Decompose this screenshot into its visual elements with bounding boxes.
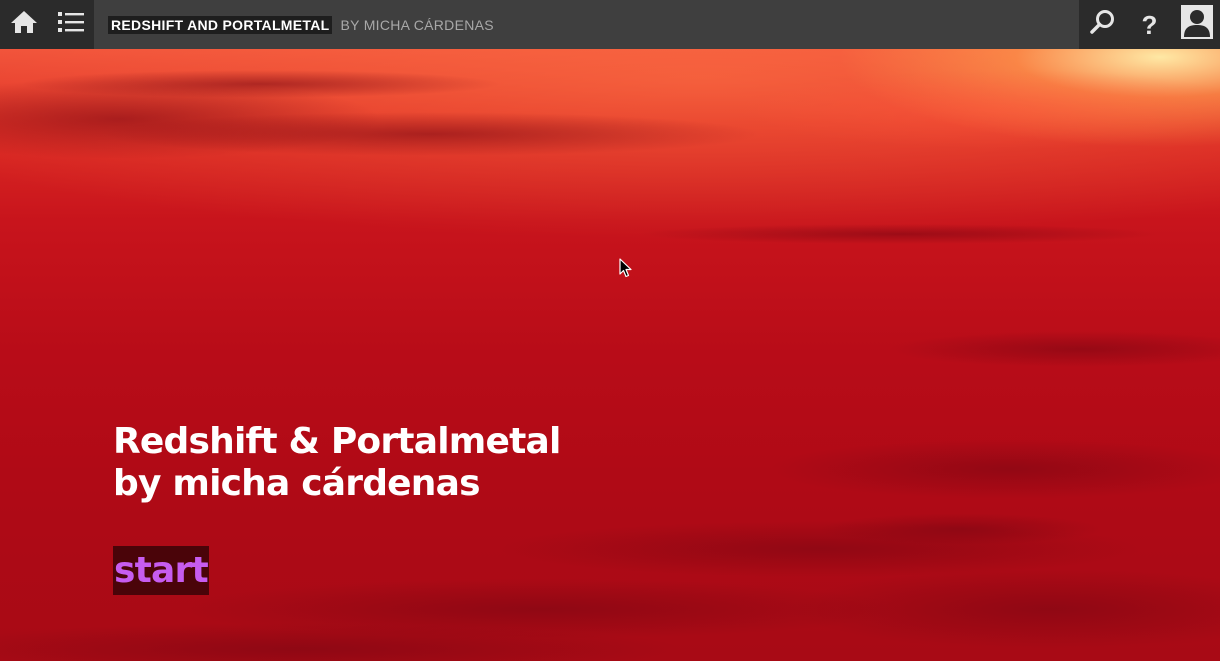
help-button[interactable]: ?: [1126, 0, 1173, 49]
start-button[interactable]: start: [113, 546, 209, 595]
book-author: BY MICHA CÁRDENAS: [340, 16, 494, 33]
hero-background: Redshift & Portalmetal by micha cárdenas…: [0, 49, 1220, 661]
toolbar-right: ?: [1079, 0, 1220, 49]
home-button[interactable]: [0, 0, 47, 49]
book-title-area: REDSHIFT AND PORTALMETAL BY MICHA CÁRDEN…: [94, 0, 1079, 49]
hero-title-line: Redshift & Portalmetal: [113, 421, 561, 462]
search-button[interactable]: [1079, 0, 1126, 49]
help-icon: ?: [1141, 9, 1158, 40]
mouse-pointer-icon: [619, 258, 632, 283]
hero-subtitle-line: by micha cárdenas: [113, 463, 481, 504]
home-icon: [10, 9, 38, 40]
contents-button[interactable]: [47, 0, 94, 49]
search-icon: [1089, 9, 1116, 40]
top-navigation-bar: REDSHIFT AND PORTALMETAL BY MICHA CÁRDEN…: [0, 0, 1220, 49]
hero-title: Redshift & Portalmetal by micha cárdenas: [113, 421, 561, 505]
user-icon: [1180, 5, 1213, 44]
book-title[interactable]: REDSHIFT AND PORTALMETAL: [108, 15, 333, 34]
account-button[interactable]: [1173, 0, 1220, 49]
list-icon: [57, 11, 84, 38]
